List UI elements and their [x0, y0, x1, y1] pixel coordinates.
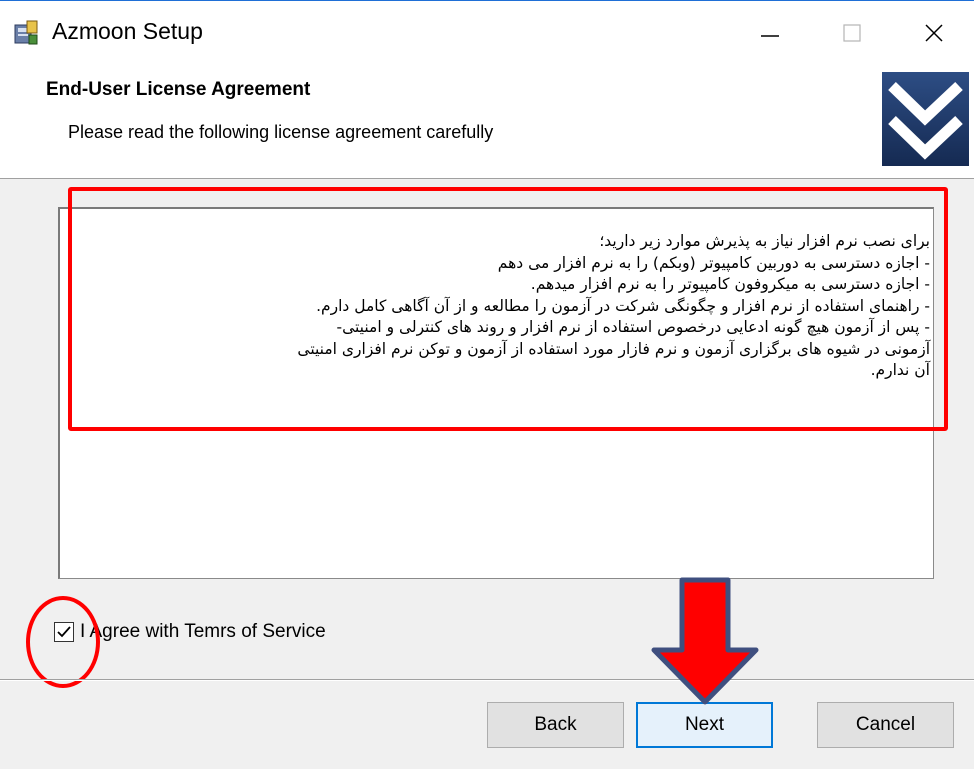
page-title: End-User License Agreement [46, 79, 311, 100]
window-title: Azmoon Setup [52, 18, 203, 44]
installer-app-icon [12, 19, 40, 47]
close-icon [925, 24, 943, 42]
minimize-button[interactable] [730, 1, 810, 65]
double-chevron-down-icon [888, 81, 963, 160]
back-button[interactable]: Back [487, 702, 624, 748]
close-button[interactable] [894, 1, 974, 65]
dialog-header: End-User License Agreement Please read t… [0, 65, 974, 179]
footer-divider [0, 679, 974, 681]
agree-label[interactable]: I Agree with Temrs of Service [80, 621, 326, 643]
highlight-rectangle [68, 187, 948, 431]
maximize-icon [843, 24, 861, 42]
setup-window: Azmoon Setup End-User License Agreement … [0, 0, 974, 769]
minimize-icon [761, 35, 779, 37]
highlight-circle [26, 596, 100, 688]
red-down-arrow-icon [651, 577, 759, 705]
title-bar[interactable]: Azmoon Setup [0, 1, 974, 65]
banner-image [882, 72, 969, 166]
cancel-button[interactable]: Cancel [817, 702, 954, 748]
next-button[interactable]: Next [636, 702, 773, 748]
page-subtitle: Please read the following license agreem… [68, 122, 494, 142]
maximize-button [812, 1, 892, 65]
